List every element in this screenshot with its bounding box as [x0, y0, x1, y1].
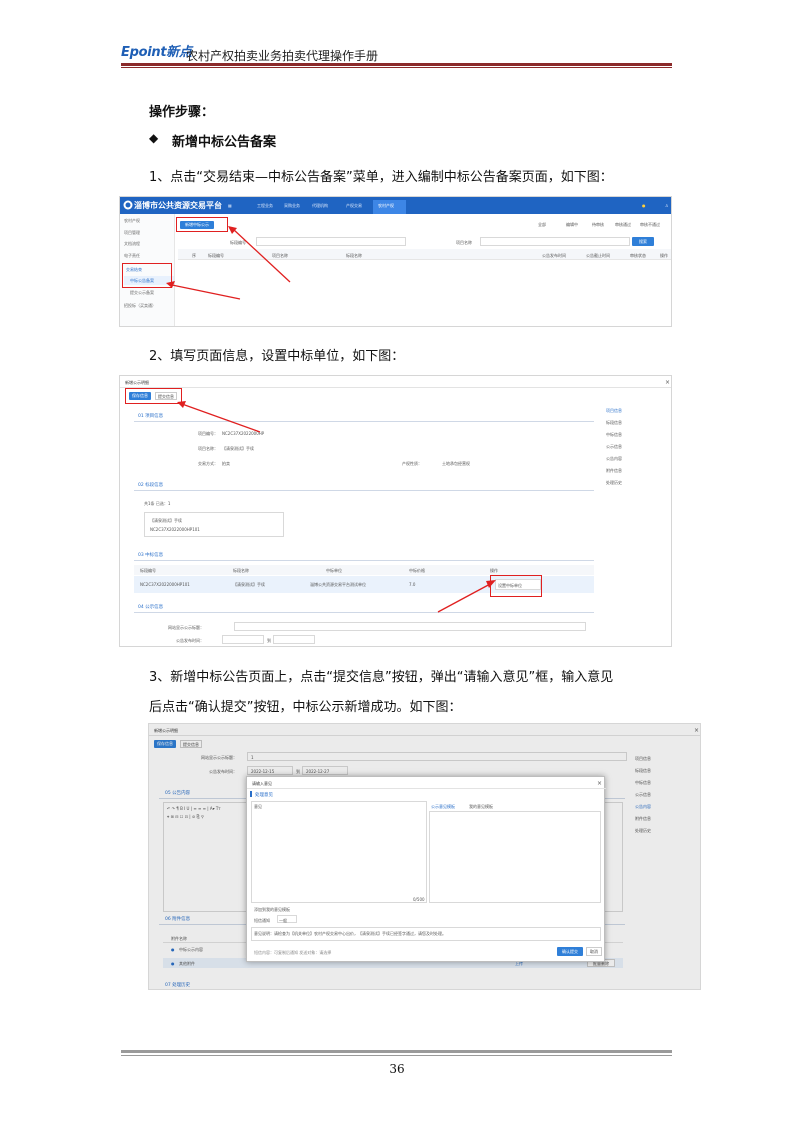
textarea-label: 意见 — [254, 804, 262, 809]
footer-rule — [121, 1050, 672, 1053]
page-number: 36 — [389, 1062, 405, 1076]
cancel-button[interactable]: 取消 — [586, 947, 602, 956]
opinion-textarea[interactable] — [251, 801, 427, 903]
header-rule-thin — [121, 67, 672, 68]
header-rule — [121, 63, 672, 66]
info-text: 意见说明：请检查为【机关单位】农村产权交易中心出价，【清泉测试】手续已经签字通过… — [254, 931, 446, 936]
manual-title: 农村产权拍卖业务拍卖代理操作手册 — [186, 49, 379, 63]
section-marker — [250, 791, 252, 797]
confirm-submit-button[interactable]: 确认提交 — [557, 947, 583, 956]
screenshot-submit-opinion-dialog: 新增公示明细 × 保存信息 提交信息 网站显示公示标题： 1 公告发布时间： 2… — [148, 723, 701, 990]
modal-section-title: 处理意见 — [255, 793, 273, 798]
footer-info: 短信内容：可复制后通知 发送对象：请选择 — [254, 950, 332, 955]
modal-title: 请输入意见 — [252, 781, 272, 786]
char-counter: 0/500 — [413, 897, 425, 902]
opinion-modal: 请输入意见 × 处理意见 意见 0/500 公示意见模板 我的意见模板 添加到我… — [246, 776, 606, 962]
step-1-text: 1、点击“交易结束—中标公告备案”菜单，进入编制中标公告备案页面，如下图： — [149, 170, 613, 185]
screenshot-add-announcement-form: 新增公示明细 × 保存信息 提交信息 01 项目信息 项目编号： NC2C37X… — [119, 375, 672, 647]
section-heading: 新增中标公告备案 — [172, 135, 277, 150]
sms-label: 短信通知 — [254, 918, 270, 923]
screenshot-bid-announcement-list: 淄博市公共资源交易平台 ⌂ ▦ 工程业务 采购业务 代理机构 产权交易 农村产权… — [119, 196, 672, 327]
footer-rule-thin — [121, 1055, 672, 1056]
save-template-checkbox[interactable]: 添加到我的意见模板 — [254, 907, 290, 913]
sms-select-value: 一般 — [279, 918, 287, 923]
diamond-bullet-icon: ◆ — [149, 131, 159, 145]
modal-tab-my-templates[interactable]: 我的意见模板 — [469, 804, 493, 810]
step-2-text: 2、填写页面信息，设置中标单位，如下图： — [149, 349, 405, 364]
steps-heading: 操作步骤： — [149, 105, 215, 120]
modal-tab-public-templates[interactable]: 公示意见模板 — [431, 804, 455, 810]
red-arrows-icon — [177, 401, 496, 613]
modal-close-icon[interactable]: × — [597, 780, 602, 787]
epoint-logo: Epoint新点 — [121, 41, 192, 60]
red-arrows-icon — [166, 226, 291, 300]
step-3-text-line-2: 后点击“确认提交”按钮，中标公示新增成功。如下图： — [149, 700, 462, 715]
template-list[interactable] — [429, 811, 601, 903]
step-3-text-line-1: 3、新增中标公告页面上，点击“提交信息”按钮，弹出“请输入意见”框，输入意见 — [149, 670, 614, 685]
divider — [247, 788, 606, 789]
logo-text: Epoint — [121, 45, 167, 60]
